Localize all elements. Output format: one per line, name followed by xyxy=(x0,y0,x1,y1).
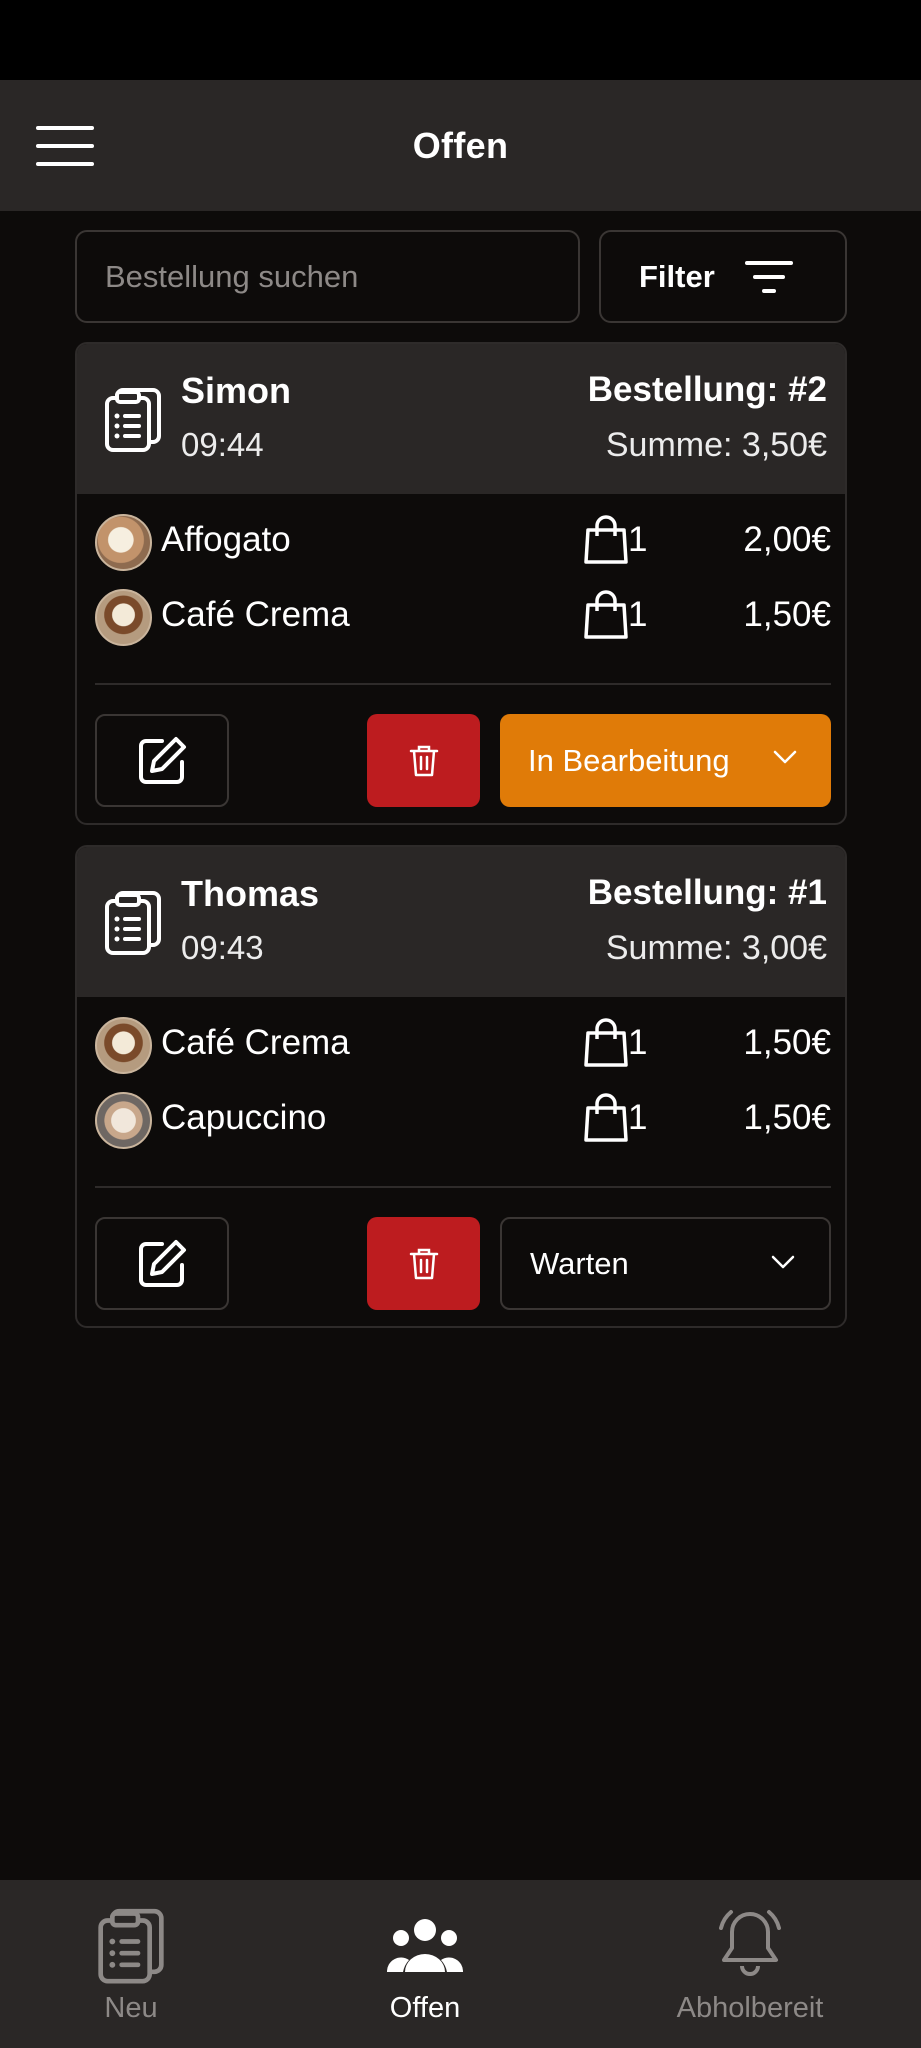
edit-icon xyxy=(139,1239,186,1287)
item-image xyxy=(95,1092,152,1149)
order-header: Simon 09:44 Bestellung: #2 Summe: 3,50€ xyxy=(77,344,845,494)
hamburger-menu-icon[interactable] xyxy=(36,126,94,166)
item-price: 1,50€ xyxy=(743,1023,831,1062)
item-quantity: 1 xyxy=(628,1023,648,1062)
chevron-down-icon xyxy=(773,750,797,764)
item-quantity: 1 xyxy=(628,520,648,559)
order-time: 09:44 xyxy=(181,426,264,463)
order-sum: Summe: 3,00€ xyxy=(605,929,827,967)
item-name: Affogato xyxy=(161,520,291,559)
status-bar xyxy=(0,0,921,80)
nav-label: Offen xyxy=(389,1992,461,2024)
divider xyxy=(95,683,831,685)
item-price: 1,50€ xyxy=(743,1098,831,1137)
nav-label: Neu xyxy=(104,1992,158,2024)
clipboard-icon xyxy=(105,891,161,955)
shopping-bag-icon xyxy=(584,515,628,564)
people-icon xyxy=(387,1919,463,1972)
order-card: Simon 09:44 Bestellung: #2 Summe: 3,50€ … xyxy=(75,342,847,825)
item-quantity: 1 xyxy=(628,595,648,634)
trash-icon xyxy=(409,745,438,776)
filter-icon xyxy=(744,260,793,293)
order-number: Bestellung: #2 xyxy=(587,370,827,409)
nav-item-offen[interactable]: Offen xyxy=(275,1880,575,2048)
item-price: 1,50€ xyxy=(743,595,831,634)
item-image xyxy=(95,514,152,571)
order-card: Thomas 09:43 Bestellung: #1 Summe: 3,00€… xyxy=(75,845,847,1328)
order-header: Thomas 09:43 Bestellung: #1 Summe: 3,00€ xyxy=(77,847,845,997)
page-title: Offen xyxy=(412,124,509,166)
order-time: 09:43 xyxy=(181,929,264,966)
bottom-navigation: Neu Offen Abholbereit xyxy=(0,1880,921,2048)
edit-icon xyxy=(139,736,186,784)
shopping-bag-icon xyxy=(584,1093,628,1142)
status-label: Warten xyxy=(530,1245,629,1281)
divider xyxy=(95,1186,831,1188)
order-sum: Summe: 3,50€ xyxy=(605,426,827,464)
filter-button[interactable]: Filter xyxy=(599,230,847,323)
customer-name: Simon xyxy=(181,370,292,411)
order-number: Bestellung: #1 xyxy=(587,873,827,912)
trash-icon xyxy=(409,1248,438,1279)
customer-name: Thomas xyxy=(181,873,320,914)
search-input[interactable] xyxy=(105,258,578,295)
nav-item-neu[interactable]: Neu xyxy=(0,1880,281,2048)
app-bar: Offen xyxy=(0,80,921,211)
item-name: Café Crema xyxy=(161,1023,350,1062)
shopping-bag-icon xyxy=(584,1018,628,1067)
list-item: Café Crema 1 1,50€ xyxy=(95,1017,831,1077)
search-field[interactable] xyxy=(75,230,580,323)
bell-icon xyxy=(719,1910,781,1976)
nav-item-abholbereit[interactable]: Abholbereit xyxy=(600,1880,900,2048)
clipboard-icon xyxy=(98,1908,164,1984)
status-dropdown[interactable]: Warten xyxy=(500,1217,831,1310)
clipboard-icon xyxy=(105,388,161,452)
delete-button[interactable] xyxy=(367,714,480,807)
nav-label: Abholbereit xyxy=(676,1992,824,2024)
item-image xyxy=(95,589,152,646)
edit-button[interactable] xyxy=(95,714,229,807)
edit-button[interactable] xyxy=(95,1217,229,1310)
item-name: Café Crema xyxy=(161,595,350,634)
chevron-down-icon xyxy=(771,1255,795,1269)
status-label: In Bearbeitung xyxy=(528,742,730,778)
filter-label: Filter xyxy=(639,258,715,294)
list-item: Café Crema 1 1,50€ xyxy=(95,589,831,649)
list-item: Affogato 1 2,00€ xyxy=(95,514,831,574)
shopping-bag-icon xyxy=(584,590,628,639)
item-price: 2,00€ xyxy=(743,520,831,559)
list-item: Capuccino 1 1,50€ xyxy=(95,1092,831,1152)
item-image xyxy=(95,1017,152,1074)
status-dropdown[interactable]: In Bearbeitung xyxy=(500,714,831,807)
item-quantity: 1 xyxy=(628,1098,648,1137)
item-name: Capuccino xyxy=(161,1098,327,1137)
delete-button[interactable] xyxy=(367,1217,480,1310)
